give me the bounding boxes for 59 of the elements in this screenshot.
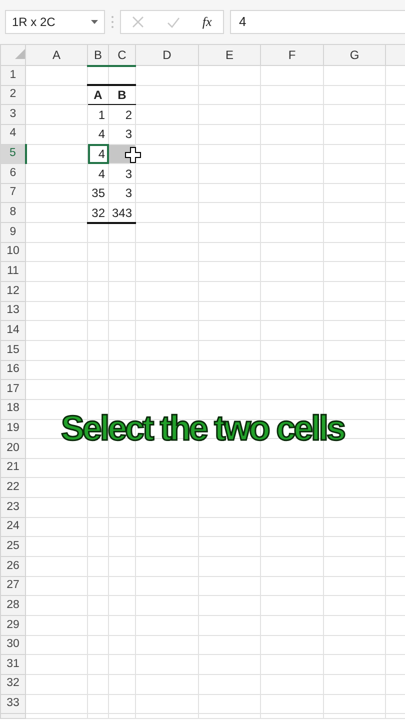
row-header[interactable]: 5: [0, 144, 26, 164]
drag-handle-icon[interactable]: [111, 15, 114, 29]
column-header[interactable]: G: [324, 44, 386, 66]
row-header[interactable]: 2: [0, 85, 26, 105]
column-header[interactable]: E: [198, 44, 260, 66]
row-header[interactable]: 3: [0, 104, 26, 124]
row-header[interactable]: 15: [0, 340, 26, 360]
row-header[interactable]: 25: [0, 536, 26, 557]
row-header[interactable]: 10: [0, 242, 26, 262]
row-header[interactable]: 19: [0, 419, 26, 439]
row-header[interactable]: 24: [0, 517, 26, 537]
formula-field[interactable]: 4: [230, 10, 405, 34]
row-header[interactable]: 4: [0, 124, 26, 144]
row-header[interactable]: 33: [0, 694, 26, 714]
name-box[interactable]: 1R x 2C: [5, 10, 105, 34]
row-header[interactable]: 32: [0, 674, 26, 694]
row-header[interactable]: 7: [0, 183, 26, 203]
table-cell[interactable]: 4: [88, 164, 108, 184]
caption-text: Select the two cells: [61, 410, 344, 448]
table-cell[interactable]: 3: [108, 183, 136, 203]
row-header[interactable]: 31: [0, 654, 26, 674]
table-cell[interactable]: 343: [108, 202, 136, 223]
column-header[interactable]: D: [136, 44, 198, 66]
row-header[interactable]: 11: [0, 262, 26, 282]
row-header[interactable]: 29: [0, 615, 26, 636]
row-header[interactable]: 21: [0, 458, 26, 478]
table-cell[interactable]: 3: [108, 164, 136, 184]
dropdown-icon[interactable]: [91, 20, 98, 24]
row-header[interactable]: 8: [0, 202, 26, 223]
table-cell[interactable]: 3: [108, 124, 136, 144]
row-header[interactable]: 27: [0, 576, 26, 596]
cursor-icon: [125, 146, 141, 163]
table-cell[interactable]: 35: [88, 183, 108, 203]
row-header[interactable]: 22: [0, 478, 26, 498]
row-header[interactable]: 18: [0, 399, 26, 420]
table-cell[interactable]: 2: [108, 104, 136, 124]
table-cell[interactable]: 1: [88, 104, 108, 124]
row-header[interactable]: 13: [0, 301, 26, 321]
column-header[interactable]: C: [108, 44, 136, 66]
row-header[interactable]: 30: [0, 635, 26, 655]
row-header[interactable]: 17: [0, 380, 26, 400]
table-cell[interactable]: 32: [88, 202, 108, 223]
row-header[interactable]: 6: [0, 164, 26, 184]
row-header[interactable]: 23: [0, 498, 26, 518]
row-header[interactable]: 9: [0, 222, 26, 242]
row-header[interactable]: 26: [0, 556, 26, 576]
row-header[interactable]: 16: [0, 360, 26, 380]
table-cell[interactable]: 4: [88, 144, 108, 164]
column-header[interactable]: F: [260, 44, 324, 66]
row-header[interactable]: 28: [0, 596, 26, 616]
function-button[interactable]: fx: [202, 12, 212, 32]
row-header[interactable]: 20: [0, 438, 26, 458]
column-header[interactable]: A: [26, 44, 88, 66]
row-header[interactable]: 1: [0, 66, 26, 86]
column-heading[interactable]: A: [88, 85, 108, 105]
row-header[interactable]: 14: [0, 320, 26, 340]
column-heading[interactable]: B: [108, 85, 136, 105]
row-header[interactable]: 12: [0, 282, 26, 302]
column-header[interactable]: B: [88, 44, 108, 66]
